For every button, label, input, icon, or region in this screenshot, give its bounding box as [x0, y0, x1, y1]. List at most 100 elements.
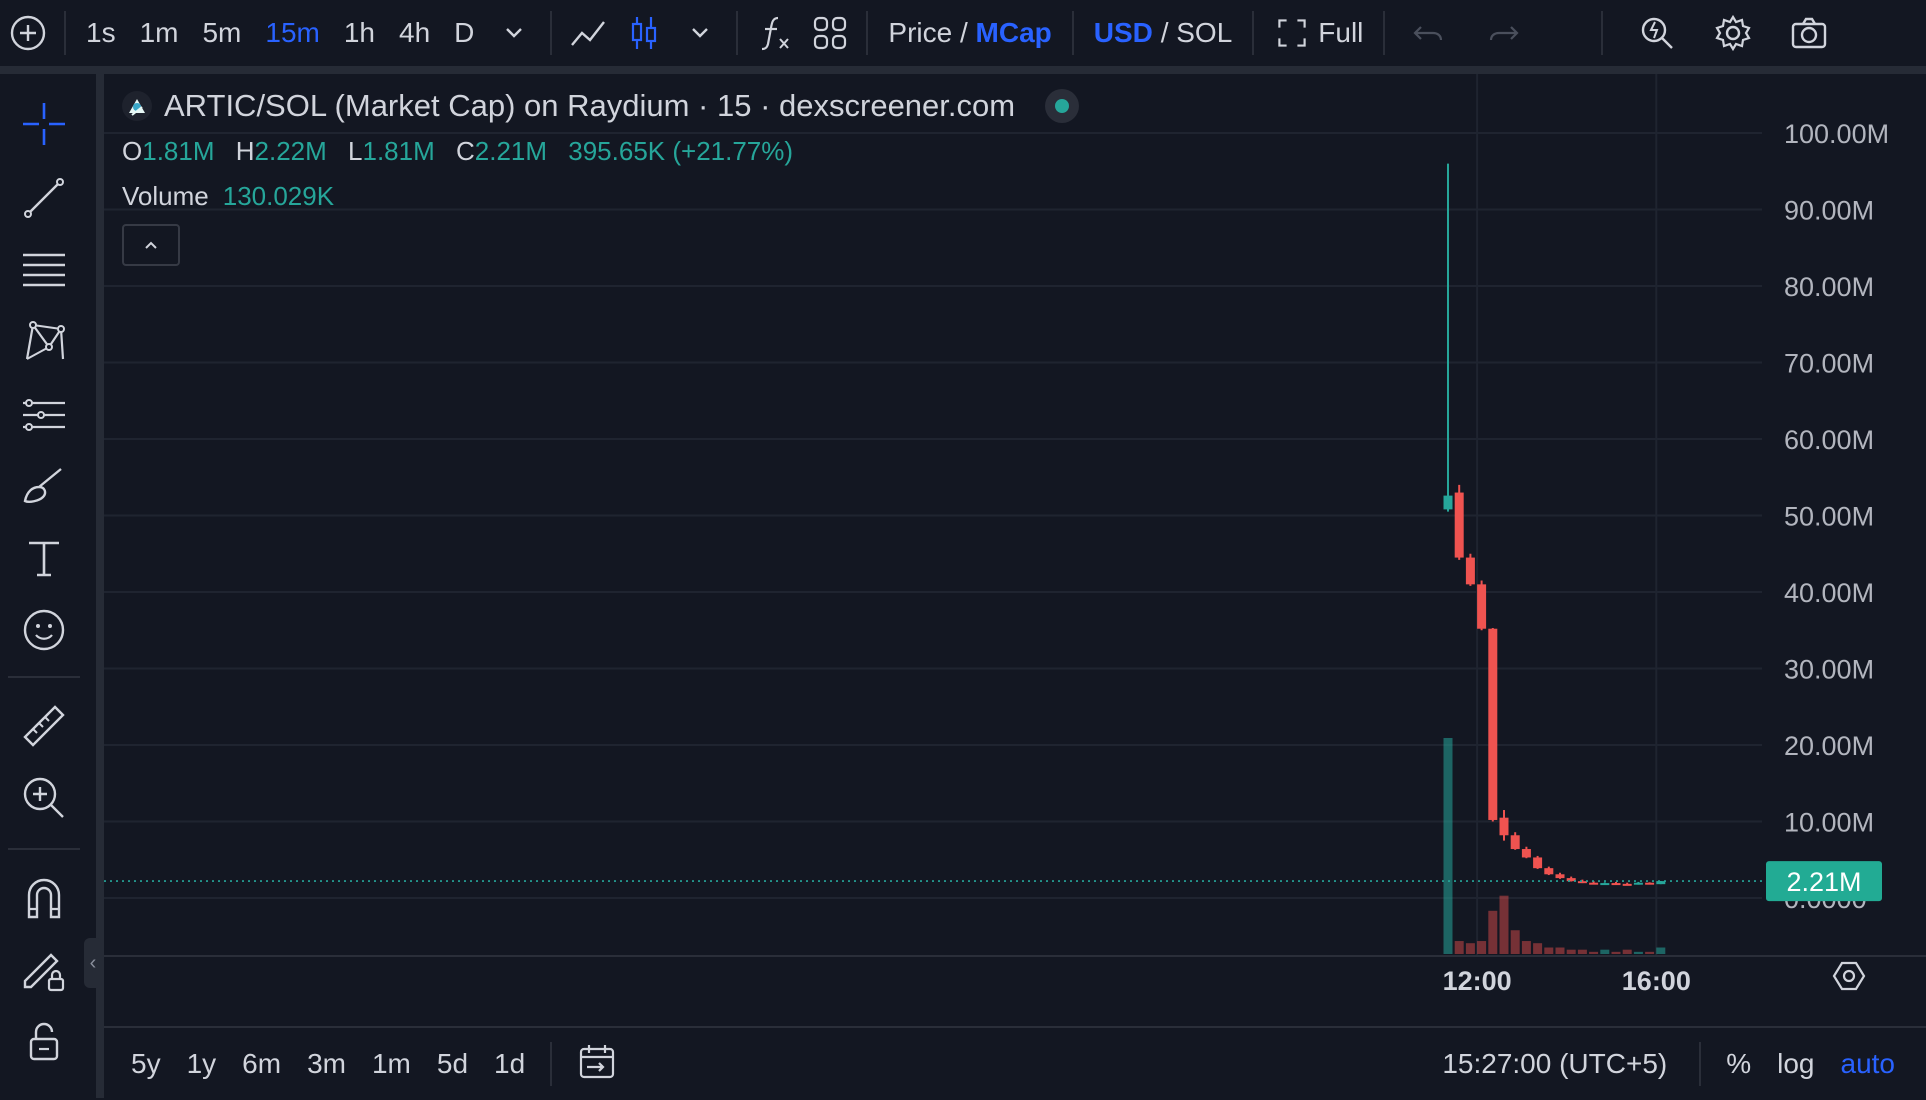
magnet-icon[interactable] [14, 868, 74, 928]
y-axis-tick-label: 40.00M [1784, 578, 1874, 608]
candle-body [1510, 835, 1520, 850]
range-1m[interactable]: 1m [359, 1048, 424, 1080]
toolbar-divider [8, 676, 80, 678]
interval-1s[interactable]: 1s [74, 17, 128, 49]
toolbar-divider [1383, 11, 1386, 55]
currency-toggle[interactable]: USD / SOL [1082, 17, 1245, 49]
x-axis-tick-label: 12:00 [1443, 966, 1512, 996]
full-label: Full [1318, 17, 1364, 48]
volume-bar [1611, 951, 1621, 954]
toolbar-divider [550, 11, 553, 55]
mcap-label: MCap [975, 17, 1052, 48]
unlock-icon[interactable] [14, 1012, 74, 1072]
toolbar-divider [866, 11, 869, 55]
candlestick-icon[interactable] [616, 5, 672, 61]
volume-legend: Volume 130.029K [122, 181, 1079, 212]
collapse-legend-button[interactable] [122, 224, 180, 266]
redo-icon[interactable] [1475, 5, 1531, 61]
price-label: Price [888, 17, 953, 48]
range-1d[interactable]: 1d [481, 1048, 538, 1080]
y-axis-tick-label: 30.00M [1784, 655, 1874, 685]
sol-label: SOL [1176, 17, 1233, 48]
volume-bar [1589, 951, 1599, 954]
change-value: 395.65K (+21.77%) [568, 136, 794, 166]
toolbar-divider [1071, 11, 1074, 55]
pattern-icon[interactable] [14, 312, 74, 372]
open-label: O [122, 136, 143, 166]
toolbar-divider [1699, 1042, 1702, 1086]
y-axis-tick-label: 100.00M [1784, 119, 1889, 149]
interval-4h[interactable]: 4h [387, 17, 442, 49]
forecast-icon[interactable] [14, 384, 74, 444]
text-tool-icon[interactable] [14, 528, 74, 588]
volume-bar [1488, 910, 1498, 954]
x-axis-tick-label: 16:00 [1622, 966, 1691, 996]
candle-body [1555, 874, 1565, 879]
toolbar-divider [8, 848, 80, 850]
volume-bar [1499, 895, 1509, 954]
y-axis-tick-label: 50.00M [1784, 502, 1874, 532]
usd-label: USD [1093, 17, 1153, 48]
trend-line-icon[interactable] [14, 168, 74, 228]
y-axis-tick-label: 10.00M [1784, 808, 1874, 838]
axis-settings-icon[interactable] [1832, 961, 1866, 991]
undo-icon[interactable] [1401, 5, 1457, 61]
fib-lines-icon[interactable] [14, 240, 74, 300]
candle-body [1533, 857, 1543, 869]
volume-bar [1443, 738, 1453, 954]
toolbar-divider [64, 11, 66, 55]
interval-d[interactable]: D [442, 17, 486, 49]
crosshair-icon[interactable] [14, 94, 74, 154]
toggle-separator: / [959, 17, 968, 48]
candle-body [1477, 584, 1487, 629]
collapse-toolbar-button[interactable]: ‹ [84, 938, 102, 988]
close-label: C [455, 136, 475, 166]
open-value: 1.81M [142, 136, 215, 166]
log-scale-toggle[interactable]: log [1764, 1048, 1827, 1080]
toolbar-divider [1601, 11, 1604, 55]
token-logo [122, 91, 152, 121]
ruler-icon[interactable] [14, 696, 74, 756]
interval-1h[interactable]: 1h [332, 17, 387, 49]
quick-search-icon[interactable] [1629, 5, 1685, 61]
range-3m[interactable]: 3m [294, 1048, 359, 1080]
range-5y[interactable]: 5y [118, 1048, 174, 1080]
volume-value: 130.029K [222, 181, 335, 211]
range-1y[interactable]: 1y [174, 1048, 230, 1080]
volume-bar [1600, 949, 1610, 954]
emoji-icon[interactable] [14, 600, 74, 660]
interval-5m[interactable]: 5m [190, 17, 253, 49]
auto-scale-toggle[interactable]: auto [1828, 1048, 1909, 1080]
y-axis-tick-label: 70.00M [1784, 349, 1874, 379]
bottom-toolbar: 5y 1y 6m 3m 1m 5d 1d 15:27:00 (UTC+5) % … [104, 1026, 1926, 1100]
range-6m[interactable]: 6m [229, 1048, 294, 1080]
percent-scale-toggle[interactable]: % [1713, 1048, 1764, 1080]
go-to-date-icon[interactable] [564, 1041, 630, 1088]
ohlc-values: O1.81M H2.22M L1.81M C2.21M 395.65K (+21… [122, 136, 1079, 167]
lock-drawings-icon[interactable] [14, 940, 74, 1000]
interval-15m[interactable]: 15m [253, 17, 331, 49]
candle-body [1656, 881, 1666, 885]
indicators-icon[interactable] [746, 5, 802, 61]
current-time: 15:27:00 (UTC+5) [1442, 1048, 1668, 1079]
y-axis-tick-label: 60.00M [1784, 425, 1874, 455]
volume-bar [1633, 951, 1643, 954]
add-symbol-icon[interactable] [0, 5, 56, 61]
gear-icon[interactable] [1705, 5, 1761, 61]
zoom-in-icon[interactable] [14, 768, 74, 828]
range-5d[interactable]: 5d [424, 1048, 481, 1080]
chevron-down-icon[interactable] [486, 5, 542, 61]
candle-body [1633, 882, 1643, 885]
fullscreen-button[interactable]: Full [1262, 15, 1375, 51]
fullscreen-icon [1278, 19, 1306, 47]
chevron-down-icon[interactable] [672, 5, 728, 61]
camera-icon[interactable] [1781, 5, 1837, 61]
layout-grid-icon[interactable] [802, 5, 858, 61]
line-chart-icon[interactable] [560, 5, 616, 61]
candle-body [1544, 868, 1554, 875]
interval-1m[interactable]: 1m [128, 17, 191, 49]
high-value: 2.22M [254, 136, 327, 166]
candle-body [1521, 849, 1531, 858]
brush-icon[interactable] [14, 456, 74, 516]
price-mcap-toggle[interactable]: Price / MCap [876, 17, 1063, 49]
